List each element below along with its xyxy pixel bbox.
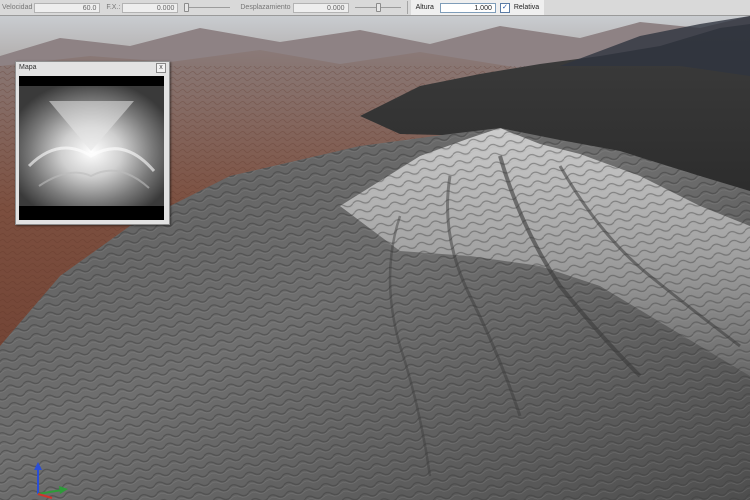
- heightmap-image: [19, 76, 164, 220]
- toolbar-separator: [406, 1, 408, 14]
- velocidad-label: Velocidad: [2, 4, 33, 11]
- altura-group: Altura 1.000 ✓ Relativa: [410, 0, 545, 15]
- fx-slider-track: [184, 7, 231, 8]
- altura-field[interactable]: 1.000: [439, 2, 496, 13]
- desplazamiento-slider-thumb[interactable]: [375, 3, 381, 12]
- fx-label: F.X.:: [106, 4, 121, 11]
- toolbar: Velocidad 60.0 F.X.: 0.000 Desplazamient…: [0, 0, 750, 16]
- axis-y: [37, 489, 63, 495]
- relativa-checkbox[interactable]: ✓: [499, 2, 510, 13]
- heightmap-preview[interactable]: [19, 76, 164, 220]
- axis-z-arrow: [34, 462, 42, 470]
- fx-slider-thumb[interactable]: [184, 3, 190, 12]
- desplazamiento-field[interactable]: 0.000: [292, 2, 349, 13]
- map-panel[interactable]: Mapa x: [15, 61, 170, 225]
- altura-label: Altura: [415, 4, 434, 11]
- velocidad-field[interactable]: 60.0: [34, 2, 101, 13]
- axis-gizmo: [34, 462, 68, 499]
- desplazamiento-label: Desplazamiento: [240, 4, 291, 11]
- fx-field[interactable]: 0.000: [122, 2, 179, 13]
- desplazamiento-slider[interactable]: [354, 2, 401, 13]
- close-icon[interactable]: x: [156, 62, 166, 73]
- fx-slider[interactable]: [184, 2, 231, 13]
- axis-y-arrow: [59, 486, 68, 494]
- axis-x: [37, 493, 53, 499]
- map-title: Mapa: [19, 64, 37, 71]
- relativa-label: Relativa: [513, 4, 540, 11]
- map-titlebar[interactable]: Mapa x: [16, 62, 169, 73]
